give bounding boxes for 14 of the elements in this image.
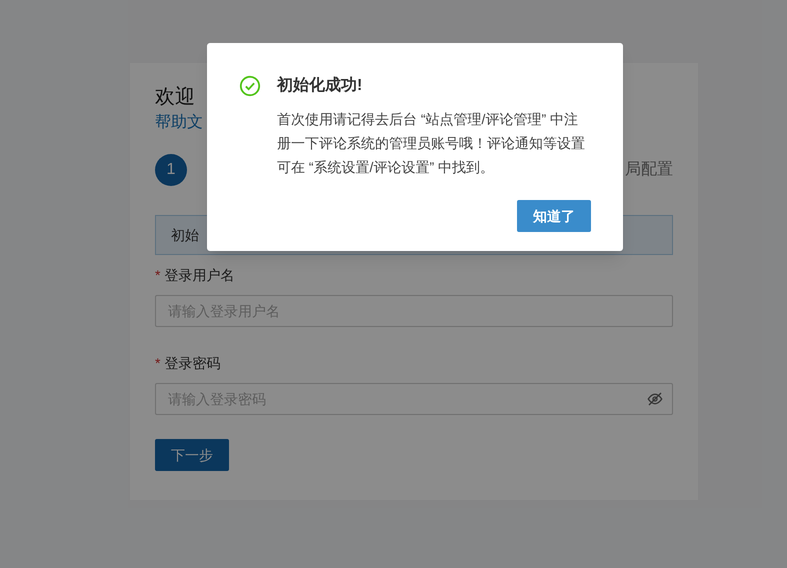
required-asterisk: *: [155, 354, 160, 372]
required-asterisk: *: [155, 266, 160, 284]
eye-off-icon[interactable]: [647, 391, 663, 407]
dialog-message: 首次使用请记得去后台 “站点管理/评论管理” 中注册一下评论系统的管理员账号哦！评论通知等设置可在 “系统设置/评论设置” 中找到。: [277, 110, 586, 177]
step-number: 1: [155, 154, 187, 186]
step-label: 局配置: [625, 160, 673, 180]
dialog-title: 初始化成功!: [277, 75, 364, 96]
field-label: 登录用户名: [164, 266, 234, 284]
field-label: 登录密码: [164, 354, 220, 372]
confirm-button[interactable]: 知道了: [517, 200, 591, 232]
next-button[interactable]: 下一步: [155, 439, 229, 471]
help-link[interactable]: 帮助文: [155, 112, 203, 134]
check-circle-icon: [239, 75, 261, 97]
page-title: 欢迎: [155, 85, 195, 110]
